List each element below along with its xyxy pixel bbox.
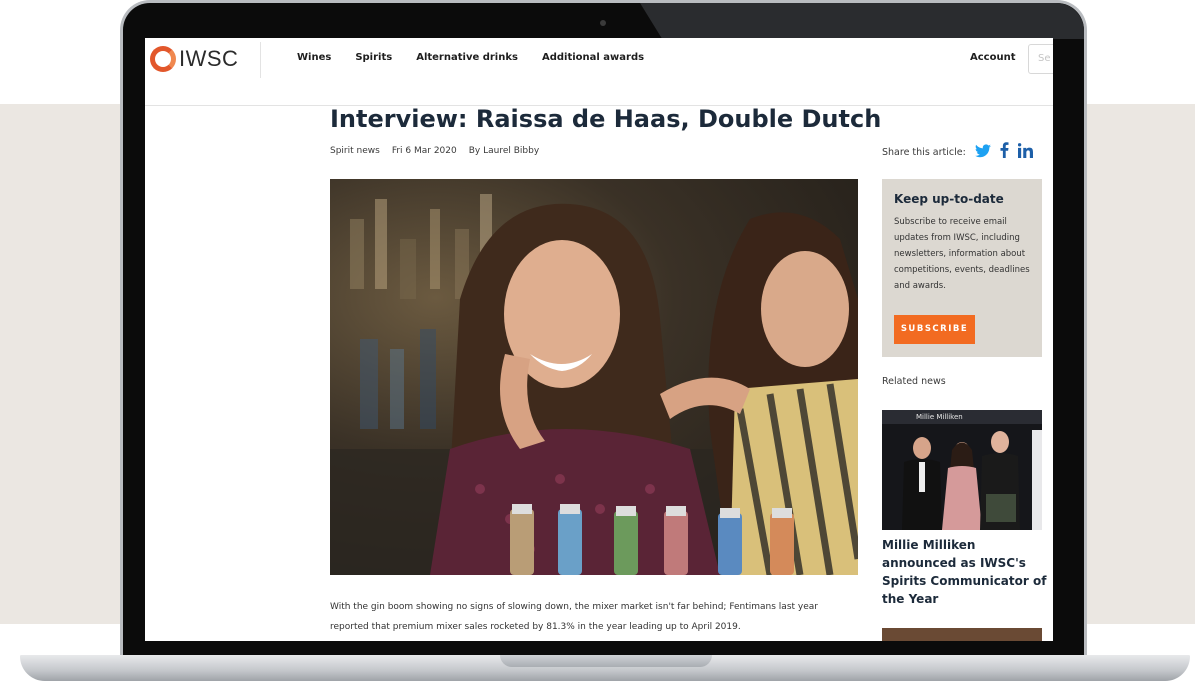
share-label: Share this article: — [882, 147, 966, 158]
newsletter-text: Subscribe to receive email updates from … — [894, 217, 1030, 291]
nav-link-alternative-drinks[interactable]: Alternative drinks — [416, 52, 518, 63]
related-news-label: Related news — [882, 376, 946, 387]
related-news-title[interactable]: Millie Milliken announced as IWSC's Spir… — [882, 536, 1047, 608]
nav-link-spirits[interactable]: Spirits — [355, 52, 392, 63]
article-title: Interview: Raissa de Haas, Double Dutch — [330, 105, 882, 133]
nav-links: Wines Spirits Alternative drinks Additio… — [297, 52, 644, 63]
laptop-screen: IWSC Wines Spirits Alternative drinks Ad… — [145, 38, 1053, 641]
related-news-image-2[interactable] — [882, 628, 1042, 641]
newsletter-title: Keep up-to-date — [894, 192, 1004, 206]
nav-divider — [260, 42, 261, 78]
share-bar: Share this article: — [882, 142, 1033, 163]
newsletter-panel: Keep up-to-date Subscribe to receive ema… — [882, 179, 1042, 357]
article-date: Fri 6 Mar 2020 — [391, 146, 457, 156]
article-author: By Laurel Bibby — [468, 146, 540, 156]
laptop-lid-reflection — [640, 3, 1084, 39]
top-navigation: IWSC Wines Spirits Alternative drinks Ad… — [145, 38, 1053, 106]
article-body: With the gin boom showing no signs of sl… — [330, 597, 850, 637]
nav-link-wines[interactable]: Wines — [297, 52, 331, 63]
nav-link-additional-awards[interactable]: Additional awards — [542, 52, 644, 63]
facebook-icon[interactable] — [1000, 142, 1009, 163]
laptop-base-notch — [500, 655, 712, 667]
article-category[interactable]: Spirit news — [330, 146, 380, 156]
article-meta: Spirit news Fri 6 Mar 2020 By Laurel Bib… — [330, 146, 539, 156]
linkedin-icon[interactable] — [1017, 143, 1033, 162]
iwsc-logo-icon — [150, 46, 176, 72]
twitter-icon[interactable] — [974, 143, 991, 162]
related-news-image[interactable]: Millie Milliken — [882, 410, 1042, 530]
subscribe-button[interactable]: SUBSCRIBE — [894, 315, 975, 344]
laptop-camera — [600, 20, 606, 26]
article-body-line-1: With the gin boom showing no signs of sl… — [330, 602, 818, 612]
article-hero-image — [330, 179, 858, 575]
iwsc-logo-text: IWSC — [179, 46, 239, 71]
iwsc-logo[interactable]: IWSC — [150, 46, 238, 72]
search-input[interactable]: Se — [1028, 44, 1053, 74]
related-image-caption: Millie Milliken — [916, 413, 963, 421]
account-link[interactable]: Account — [970, 52, 1015, 63]
article-body-line-2: reported that premium mixer sales rocket… — [330, 622, 741, 632]
